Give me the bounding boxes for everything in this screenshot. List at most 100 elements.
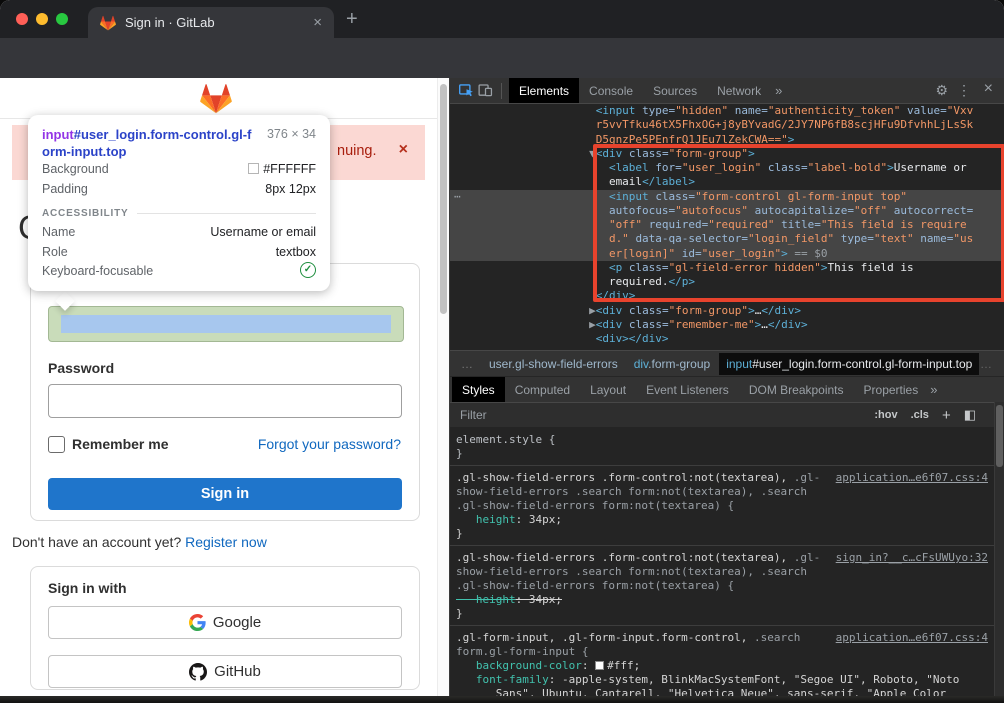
dom-tree-line[interactable]: <div></div> [450,332,1004,346]
check-circle-icon: ✓ [300,262,316,278]
styles-tab-layout[interactable]: Layout [580,377,636,403]
bottom-background-strip [0,696,1004,703]
stylesheet-source-link[interactable]: sign_in?__c…cFsUWUyo:32 [836,551,988,565]
sign-in-button[interactable]: Sign in [48,478,402,510]
node-overflow-dots-icon[interactable]: ⋯ [454,190,462,204]
forgot-password-link[interactable]: Forgot your password? [258,436,401,452]
accessibility-value: Username or email [210,223,316,243]
property-value: #FFFFFF [248,160,316,180]
more-tabs-icon[interactable]: » [775,83,782,98]
css-rule-line: .gl-show-field-errors form:not(textarea)… [456,499,994,513]
css-rule-line: form.gl-form-input { [456,645,994,659]
styles-tab-properties[interactable]: Properties [854,377,929,403]
breadcrumb-part: input [726,357,752,371]
devtools-tab-network[interactable]: Network [707,78,771,103]
tab-close-icon[interactable]: × [313,15,322,30]
breadcrumb-part: #user_login.form-control.gl-form-input.t… [752,357,972,371]
register-prompt: Don't have an account yet? Register now [12,534,267,550]
element-style-block[interactable]: element.style { } [450,428,994,466]
page-scrollbar[interactable] [437,78,449,696]
code-segment: .gl- [794,471,821,484]
settings-gear-icon[interactable]: ⚙ [935,82,948,99]
code-segment: class= [629,318,669,331]
accessibility-value: textbox [276,243,316,263]
styles-filter-input[interactable]: Filter [460,408,487,422]
toggle-hov[interactable]: :hov [874,409,897,421]
code-segment: </div> [768,318,808,331]
github-button-label: GitHub [214,663,261,680]
tooltip-accessibility-row: NameUsername or email [42,223,316,243]
css-rule[interactable]: .gl-show-field-errors .form-control:not(… [450,466,994,546]
selector-rest: #user_login.form-control.gl-form-input.t… [42,127,251,159]
css-rule-line: font-family: -apple-system, BlinkMacSyst… [456,673,994,687]
css-rule[interactable]: .gl-show-field-errors .form-control:not(… [450,546,994,626]
devtools-tabs: ElementsConsoleSourcesNetwork [509,78,771,103]
styles-scrollbar[interactable] [994,402,1004,696]
inspect-element-icon[interactable] [458,82,475,99]
dom-tree-line[interactable]: ▶<div class="form-group">…</div> [450,304,1004,318]
register-now-link[interactable]: Register now [185,534,267,550]
breadcrumb-part: user.gl-show-field-errors [489,357,618,371]
code-segment: name= [735,104,768,117]
breadcrumb-item[interactable]: user.gl-show-field-errors [482,353,625,375]
devtools-menu-icon[interactable]: ⋮ [957,82,971,99]
tab-title: Sign in · GitLab [125,15,313,30]
traffic-light-zoom-button[interactable] [56,13,68,25]
password-label: Password [48,360,114,376]
page-scrollbar-thumb[interactable] [440,84,447,314]
dom-tree-line[interactable]: <input type="hidden" name="authenticity_… [450,104,1004,118]
devtools-tab-console[interactable]: Console [579,78,643,103]
new-style-rule-icon[interactable]: + [942,407,951,424]
username-input-inspect-highlight[interactable] [48,306,404,342]
styles-scrollbar-thumb[interactable] [996,405,1003,467]
devtools-close-icon[interactable]: × [984,80,993,98]
inspect-content-box [61,315,391,333]
breadcrumb-item[interactable]: … [454,353,480,375]
password-input[interactable] [48,384,402,418]
breadcrumb-item[interactable]: div.form-group [627,353,717,375]
dom-tree-line[interactable]: r5vvTfku46tX5FhxOG+j8yBYvadG/2JY7NP6fB8s… [450,118,1004,132]
breadcrumb-part: .form-group [648,357,710,371]
alert-close-icon[interactable]: × [399,141,408,159]
code-segment: Sans", Ubuntu, Cantarell, "Helvetica Neu… [456,687,946,696]
element-dimensions: 376 × 34 [267,126,316,141]
traffic-light-minimize-button[interactable] [36,13,48,25]
styles-tab-computed[interactable]: Computed [505,377,580,403]
stylesheet-source-link[interactable]: application…e6f07.css:4 [836,471,988,485]
breadcrumb-item[interactable]: input#user_login.form-control.gl-form-in… [719,353,979,375]
styles-tab-event-listeners[interactable]: Event Listeners [636,377,739,403]
css-rule-line: .gl-show-field-errors form:not(textarea)… [456,579,994,593]
device-toolbar-icon[interactable] [477,82,494,99]
code-segment: > [748,304,755,317]
code-segment: .gl-show-field-errors .form-control:not(… [456,551,794,564]
remember-me-label: Remember me [72,436,169,452]
code-segment: font-family [456,673,549,686]
breadcrumb-overflow-icon[interactable]: … [980,357,1000,371]
google-signin-button[interactable]: Google [48,606,402,639]
gitlab-signin-page: nuing. × G Password Remember me Forgot y… [0,78,449,696]
sidebar-panel-icon[interactable]: ◧ [964,407,976,423]
devtools-tab-sources[interactable]: Sources [643,78,707,103]
code-segment: ▶ [450,304,596,317]
new-tab-button[interactable]: + [346,8,358,31]
styles-tab-dom-breakpoints[interactable]: DOM Breakpoints [739,377,854,403]
browser-tab[interactable]: Sign in · GitLab × [88,7,334,38]
tooltip-property-row: Padding8px 12px [42,180,316,200]
dom-tree-line[interactable]: ▶<div class="remember-me">…</div> [450,318,1004,332]
devtools-tab-elements[interactable]: Elements [509,78,579,103]
code-segment: <input [450,104,642,117]
traffic-light-close-button[interactable] [16,13,28,25]
color-swatch[interactable] [595,661,604,670]
stylesheet-source-link[interactable]: application…e6f07.css:4 [836,631,988,645]
toolbar-separator [501,83,502,99]
styles-more-tabs-icon[interactable]: » [930,382,937,397]
css-rule-line: height: 34px; [456,513,994,527]
css-rule[interactable]: .gl-form-input, .gl-form-input.form-cont… [450,626,994,696]
styles-tab-styles[interactable]: Styles [452,377,505,403]
devtools-toolbar: ElementsConsoleSourcesNetwork » ⚙ ⋮ × [450,78,1004,104]
toggle-cls[interactable]: .cls [911,409,929,421]
code-segment: <div [596,318,629,331]
github-signin-button[interactable]: GitHub [48,655,402,688]
code-segment: "form-group" [669,304,748,317]
remember-me-checkbox[interactable] [48,436,65,453]
